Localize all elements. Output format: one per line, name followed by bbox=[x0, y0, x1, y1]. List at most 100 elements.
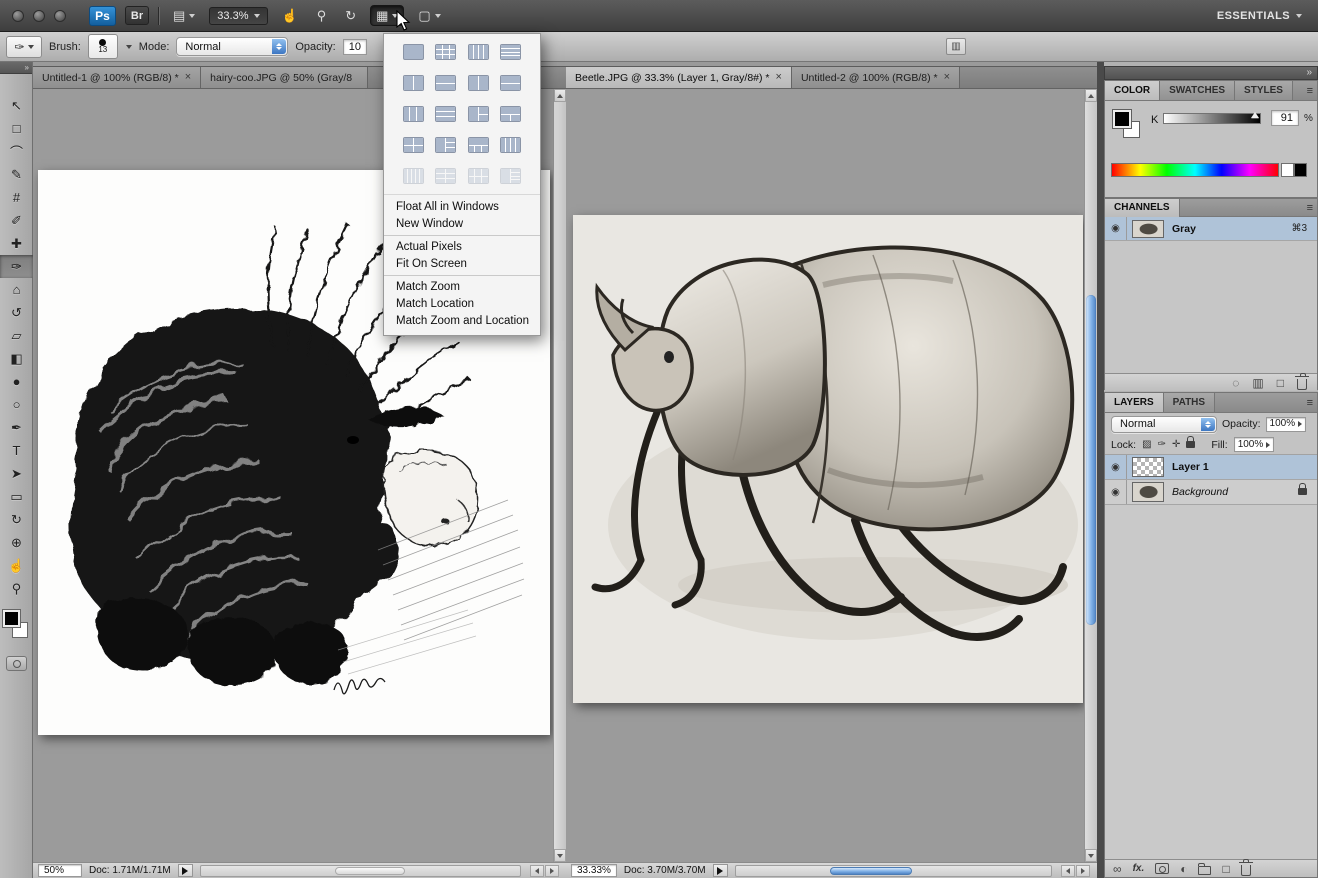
healing-brush-tool[interactable]: ✚ bbox=[0, 232, 33, 255]
status-flyout-button[interactable] bbox=[713, 864, 728, 877]
eraser-tool[interactable]: ▱ bbox=[0, 324, 33, 347]
right-horizontal-scrollbar[interactable] bbox=[735, 865, 1052, 877]
layer-mask-icon[interactable] bbox=[1155, 863, 1169, 874]
arrange-2up-vertical-icon[interactable] bbox=[403, 75, 424, 91]
arrange-4up-top-main-icon[interactable] bbox=[468, 137, 489, 153]
stepper-arrow-icon[interactable] bbox=[1298, 421, 1302, 427]
menu-item-match-location[interactable]: Match Location bbox=[384, 296, 540, 313]
channel-row-gray[interactable]: ◉ Gray ⌘3 bbox=[1105, 217, 1317, 241]
black-swatch[interactable] bbox=[1294, 163, 1307, 177]
arrange-tile-all-horizontally-icon[interactable] bbox=[500, 44, 521, 60]
save-selection-icon[interactable]: ▥ bbox=[1252, 376, 1263, 390]
collapse-tools-icon[interactable]: » bbox=[0, 62, 32, 74]
arrange-3up-horizontal-icon[interactable] bbox=[435, 106, 456, 122]
crop-tool[interactable]: # bbox=[0, 186, 33, 209]
path-selection-tool[interactable]: ➤ bbox=[0, 462, 33, 485]
k-value-field[interactable]: 91 bbox=[1271, 110, 1299, 126]
scroll-right-icon[interactable] bbox=[1076, 865, 1090, 877]
new-group-icon[interactable] bbox=[1198, 866, 1211, 875]
beetle-canvas[interactable] bbox=[573, 215, 1083, 703]
layer-style-icon[interactable]: fx. bbox=[1133, 863, 1145, 874]
scroll-up-icon[interactable] bbox=[554, 89, 566, 102]
type-tool[interactable]: T bbox=[0, 439, 33, 462]
close-tab-icon[interactable]: × bbox=[944, 72, 950, 83]
toggle-brushes-panel-button[interactable]: ▥ bbox=[946, 38, 966, 55]
brush-preset-picker[interactable]: 13 bbox=[88, 34, 118, 59]
3d-rotate-tool[interactable]: ↻ bbox=[0, 508, 33, 531]
clone-stamp-tool[interactable]: ⌂ bbox=[0, 278, 33, 301]
menu-item-float-all-in-windows[interactable]: Float All in Windows bbox=[384, 199, 540, 216]
quick-selection-tool[interactable]: ✎ bbox=[0, 163, 33, 186]
move-tool[interactable]: ↖ bbox=[0, 94, 33, 117]
tab-channels[interactable]: CHANNELS bbox=[1105, 199, 1180, 217]
color-ramp[interactable] bbox=[1111, 163, 1279, 177]
beetle-document-view[interactable] bbox=[566, 89, 1084, 862]
zoom-tool-button[interactable]: ⚲ bbox=[312, 6, 332, 25]
stepper-arrow-icon[interactable] bbox=[1266, 442, 1270, 448]
scroll-right-icon[interactable] bbox=[545, 865, 559, 877]
layer-blend-mode-select[interactable]: Normal bbox=[1111, 416, 1217, 433]
menu-item-match-zoom[interactable]: Match Zoom bbox=[384, 279, 540, 296]
rotate-view-button[interactable]: ↻ bbox=[340, 6, 361, 25]
k-slider-thumb[interactable] bbox=[1251, 112, 1259, 118]
hand-tool[interactable]: ☝ bbox=[0, 554, 33, 577]
layer-row-background[interactable]: ◉ Background bbox=[1105, 480, 1317, 505]
delete-layer-icon[interactable] bbox=[1241, 865, 1251, 876]
eyedropper-tool[interactable]: ✐ bbox=[0, 209, 33, 232]
visibility-toggle[interactable]: ◉ bbox=[1105, 455, 1127, 479]
status-flyout-button[interactable] bbox=[178, 864, 193, 877]
minimize-button[interactable] bbox=[33, 10, 45, 22]
zoom-percent-field[interactable]: 33.33% bbox=[571, 864, 617, 877]
launch-bridge-button[interactable]: Br bbox=[125, 6, 149, 25]
zoom-percent-field[interactable]: 50% bbox=[38, 864, 82, 877]
menu-item-match-zoom-and-location[interactable]: Match Zoom and Location bbox=[384, 313, 540, 330]
screen-mode-button[interactable]: ▢ bbox=[413, 6, 445, 25]
brush-tool[interactable]: ✑ bbox=[0, 255, 33, 278]
arrange-5up-left-main-icon[interactable] bbox=[500, 168, 521, 184]
new-layer-icon[interactable]: □ bbox=[1222, 862, 1229, 876]
scroll-thumb[interactable] bbox=[335, 867, 405, 875]
close-button[interactable] bbox=[12, 10, 24, 22]
foreground-color-swatch[interactable] bbox=[1113, 110, 1131, 128]
panel-menu-icon[interactable]: ≡ bbox=[1307, 393, 1313, 412]
new-channel-icon[interactable]: □ bbox=[1277, 376, 1284, 390]
arrange-3up-vertical-icon[interactable] bbox=[403, 106, 424, 122]
tool-preset-picker[interactable]: ✑ bbox=[6, 36, 42, 58]
arrange-4up-left-main-icon[interactable] bbox=[435, 137, 456, 153]
lock-transparency-icon[interactable]: ▨ bbox=[1142, 439, 1151, 450]
tab-untitled-1[interactable]: Untitled-1 @ 100% (RGB/8) * × bbox=[33, 67, 201, 88]
blur-tool[interactable]: ● bbox=[0, 370, 33, 393]
layer-thumbnail[interactable] bbox=[1132, 482, 1164, 502]
scroll-left-icon[interactable] bbox=[1061, 865, 1075, 877]
arrange-2up-left-main-icon[interactable] bbox=[468, 75, 489, 91]
layer-opacity-field[interactable]: 100% bbox=[1266, 417, 1307, 432]
lock-paint-icon[interactable]: ✑ bbox=[1158, 439, 1166, 450]
dodge-tool[interactable]: ○ bbox=[0, 393, 33, 416]
lock-position-icon[interactable]: ✛ bbox=[1172, 439, 1180, 450]
arrange-6up-grid-wide-icon[interactable] bbox=[468, 168, 489, 184]
tab-color[interactable]: COLOR bbox=[1105, 81, 1160, 100]
pen-tool[interactable]: ✒ bbox=[0, 416, 33, 439]
menu-item-actual-pixels[interactable]: Actual Pixels bbox=[384, 239, 540, 256]
tab-beetle[interactable]: Beetle.JPG @ 33.3% (Layer 1, Gray/8#) * … bbox=[566, 67, 792, 88]
foreground-color-swatch[interactable] bbox=[3, 610, 20, 627]
arrange-consolidate-all-icon[interactable] bbox=[403, 44, 424, 60]
scroll-down-icon[interactable] bbox=[554, 849, 566, 862]
blend-mode-select[interactable]: Normal bbox=[176, 37, 288, 56]
menu-item-new-window[interactable]: New Window bbox=[384, 216, 540, 236]
scroll-left-icon[interactable] bbox=[530, 865, 544, 877]
lock-all-icon[interactable] bbox=[1186, 441, 1195, 448]
opacity-field[interactable]: 10 bbox=[343, 39, 367, 55]
arrange-2up-horizontal-icon[interactable] bbox=[435, 75, 456, 91]
left-horizontal-scrollbar[interactable] bbox=[200, 865, 521, 877]
scroll-thumb[interactable] bbox=[830, 867, 912, 875]
arrange-5up-vertical-icon[interactable] bbox=[403, 168, 424, 184]
right-vertical-scrollbar[interactable] bbox=[1084, 89, 1097, 862]
tab-paths[interactable]: PATHS bbox=[1164, 393, 1215, 412]
history-brush-tool[interactable]: ↺ bbox=[0, 301, 33, 324]
menu-item-fit-on-screen[interactable]: Fit On Screen bbox=[384, 256, 540, 276]
link-layers-icon[interactable]: ∞ bbox=[1113, 862, 1122, 876]
lasso-tool[interactable]: ⌒ bbox=[0, 140, 33, 163]
delete-channel-icon[interactable] bbox=[1297, 379, 1307, 390]
arrange-3up-top-main-icon[interactable] bbox=[500, 106, 521, 122]
